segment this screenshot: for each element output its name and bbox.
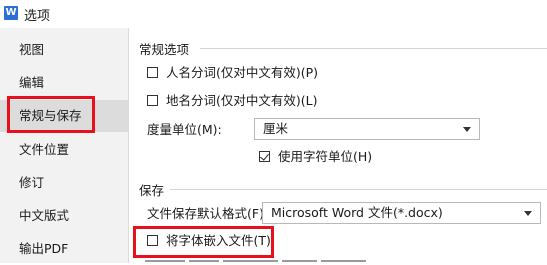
section-title-general: 常规选项 <box>139 42 190 57</box>
checkbox-person-name[interactable]: 人名分词(仅对中文有效)(P) <box>147 64 318 82</box>
save-format-label: 文件保存默认格式(F): <box>147 206 269 221</box>
sidebar: 视图 编辑 常规与保存 文件位置 修订 中文版式 输出PDF <box>0 28 129 263</box>
unit-label: 度量单位(M): <box>147 122 222 137</box>
checkbox-char-unit[interactable]: 使用字符单位(H) <box>259 148 372 166</box>
clipped-option-row <box>145 255 385 263</box>
checkbox-char-unit-label: 使用字符单位(H) <box>278 149 373 164</box>
sidebar-item-chinese-layout[interactable]: 中文版式 <box>0 200 128 232</box>
checkbox-place-name[interactable]: 地名分词(仅对中文有效)(L) <box>147 92 317 110</box>
section-divider-general <box>200 48 547 49</box>
save-format-select[interactable]: Microsoft Word 文件(*.docx) <box>262 202 541 224</box>
sidebar-item-edit[interactable]: 编辑 <box>0 67 128 99</box>
title-bar: W 选项 <box>0 0 547 28</box>
checkbox-place-name-label: 地名分词(仅对中文有效)(L) <box>166 93 318 108</box>
checkbox-char-unit-box[interactable] <box>259 151 270 162</box>
chevron-down-icon <box>463 127 471 132</box>
checkbox-place-name-box[interactable] <box>147 95 158 106</box>
highlight-box-embed-fonts <box>133 226 274 258</box>
section-title-save: 保存 <box>139 183 165 198</box>
section-divider-save <box>170 189 547 190</box>
window-title: 选项 <box>24 9 51 24</box>
unit-select-value: 厘米 <box>263 121 289 136</box>
sidebar-item-export-pdf[interactable]: 输出PDF <box>0 233 128 265</box>
chevron-down-icon <box>524 211 532 216</box>
highlight-box-sidebar <box>7 96 95 133</box>
save-format-select-value: Microsoft Word 文件(*.docx) <box>271 205 443 220</box>
sidebar-item-file-locations[interactable]: 文件位置 <box>0 134 128 166</box>
checkbox-person-name-label: 人名分词(仅对中文有效)(P) <box>166 65 319 80</box>
wps-writer-icon: W <box>4 6 18 20</box>
sidebar-item-track-changes[interactable]: 修订 <box>0 167 128 199</box>
unit-select[interactable]: 厘米 <box>254 118 480 140</box>
checkbox-person-name-box[interactable] <box>147 67 158 78</box>
sidebar-item-view[interactable]: 视图 <box>0 34 128 66</box>
